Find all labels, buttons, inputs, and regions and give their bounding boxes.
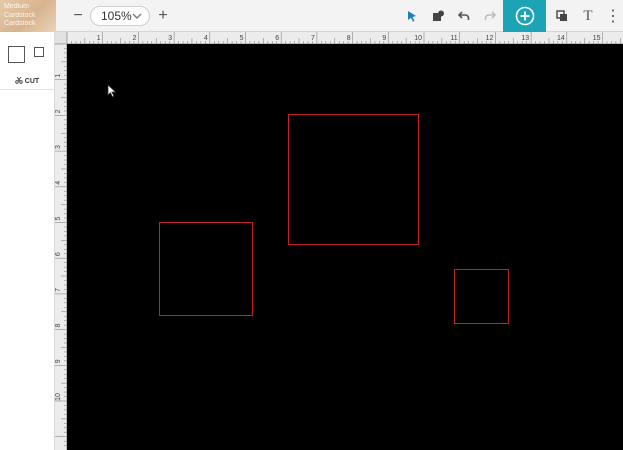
ruler-label: 5 <box>240 35 244 42</box>
chevron-down-icon <box>132 13 142 19</box>
ruler-label: 11 <box>450 35 457 42</box>
redo-button[interactable] <box>480 6 500 26</box>
more-menu-button[interactable]: ⋮ <box>603 6 623 26</box>
ruler-label: 12 <box>486 35 494 42</box>
horizontal-ruler: 1 2 3 4 5 6 7 8 9 10 11 12 13 14 15 <box>55 32 623 44</box>
scissors-icon <box>15 76 23 84</box>
material-type: Cardstock <box>4 12 36 19</box>
cut-thumbnail-square <box>8 46 25 63</box>
ruler-label: 7 <box>311 35 315 42</box>
add-button[interactable] <box>503 0 546 32</box>
ruler-corner <box>55 32 67 44</box>
square-shape-small[interactable] <box>454 269 509 324</box>
zoom-in-button[interactable]: + <box>153 6 173 26</box>
text-tool-button[interactable]: T <box>578 6 598 26</box>
top-toolbar: Medium Cardstock Cardstock − 105% + T ⋮ <box>0 0 623 32</box>
material-name: Medium <box>4 3 29 10</box>
ruler-label: 4 <box>204 35 208 42</box>
material-type-repeat: Cardstock <box>4 20 36 27</box>
select-tool-button[interactable] <box>402 6 422 26</box>
ruler-label: 7 <box>55 288 62 292</box>
material-chip[interactable]: Medium Cardstock Cardstock <box>0 0 56 32</box>
square-shape-large[interactable] <box>288 114 419 245</box>
ruler-label: 10 <box>414 35 422 42</box>
ruler-label: 2 <box>132 35 136 42</box>
zoom-out-button[interactable]: − <box>68 6 88 26</box>
ruler-label: 8 <box>55 324 62 328</box>
ruler-label: 10 <box>55 393 62 401</box>
undo-button[interactable] <box>454 6 474 26</box>
zoom-select[interactable]: 105% <box>90 6 150 26</box>
ruler-label: 1 <box>55 74 62 78</box>
ruler-label: 9 <box>382 35 386 42</box>
mouse-cursor-icon <box>107 84 117 98</box>
redo-icon <box>484 11 497 20</box>
ruler-label: 6 <box>55 252 62 256</box>
cut-label: CUT <box>24 78 40 85</box>
cut-label-row: CUT <box>0 76 54 85</box>
ruler-label: 4 <box>55 181 62 185</box>
pointer-icon <box>408 11 416 22</box>
undo-icon <box>457 11 470 20</box>
ruler-label: 3 <box>168 35 172 42</box>
zoom-value: 105% <box>101 9 132 23</box>
square-shape-medium[interactable] <box>159 222 253 316</box>
ruler-label: 13 <box>521 35 529 42</box>
ruler-label: 9 <box>55 359 62 363</box>
shapes-button[interactable] <box>428 6 448 26</box>
left-panel: CUT <box>0 32 55 450</box>
cut-layer-item[interactable]: CUT <box>0 32 54 90</box>
vertical-ruler: 1 2 3 4 5 6 7 8 9 10 <box>55 44 67 450</box>
ruler-label: 2 <box>55 109 62 113</box>
layers-icon <box>556 10 567 21</box>
ruler-label: 6 <box>275 35 279 42</box>
ruler-label: 14 <box>557 35 565 42</box>
design-canvas[interactable] <box>67 44 623 450</box>
ruler-label: 8 <box>347 35 351 42</box>
ruler-label: 15 <box>593 35 601 42</box>
ruler-label: 3 <box>55 145 62 149</box>
ruler-label: 5 <box>55 216 62 220</box>
shapes-icon <box>433 10 444 21</box>
plus-circle-icon <box>515 6 534 26</box>
ruler-label: 1 <box>97 35 101 42</box>
layers-button[interactable] <box>552 6 572 26</box>
cut-thumbnail-small-square <box>34 47 44 57</box>
